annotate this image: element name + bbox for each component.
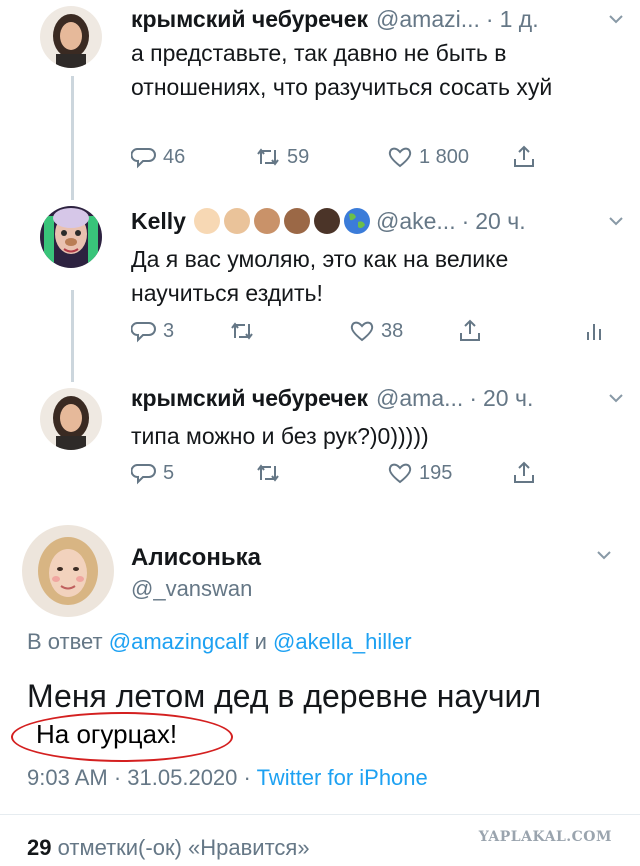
retweet-button[interactable]: 59 <box>255 144 309 170</box>
reply-icon <box>131 464 156 485</box>
thread-line <box>71 76 74 200</box>
reply-button[interactable]: 3 <box>131 318 174 344</box>
like-count: 38 <box>381 319 404 342</box>
separator-dot: · <box>485 5 494 32</box>
avatar[interactable] <box>40 206 102 268</box>
retweet-icon <box>257 464 279 482</box>
author-name[interactable]: Алисонька <box>131 544 261 572</box>
chevron-down-icon[interactable] <box>606 211 626 231</box>
thread-line <box>71 290 74 382</box>
share-button[interactable] <box>457 318 483 344</box>
tweet-header: Kelly @ake... · 20 ч. <box>131 204 626 238</box>
separator-dot: · <box>461 207 470 234</box>
chevron-down-icon[interactable] <box>606 9 626 29</box>
tweet-text: Да я вас умоляю, это как на велике научи… <box>131 246 509 306</box>
reply-count: 46 <box>163 145 186 168</box>
author-name[interactable]: Kelly <box>131 208 186 235</box>
reply-and: и <box>254 629 267 654</box>
like-icon <box>388 147 412 168</box>
author-name[interactable]: крымский чебуречек <box>131 6 368 33</box>
globe-emoji-icon <box>343 208 370 234</box>
like-icon <box>350 321 374 342</box>
fist-emoji-icon <box>253 208 280 234</box>
retweet-button[interactable] <box>255 460 281 486</box>
separator-dot: · <box>469 384 477 411</box>
chevron-down-icon[interactable] <box>594 545 614 565</box>
tweet-text: а представьте, так давно не быть в отнош… <box>131 40 553 100</box>
fist-emoji-icon <box>313 208 340 234</box>
tweet-text: типа можно и без рук?)0))))) <box>131 423 429 449</box>
tweet-time: 9:03 AM <box>27 765 108 790</box>
share-icon <box>514 145 534 167</box>
reply-button[interactable]: 5 <box>131 460 174 486</box>
reply-button[interactable]: 46 <box>131 144 185 170</box>
tweet-time[interactable]: 20 ч. <box>475 208 525 235</box>
tweet-time[interactable]: 1 д. <box>500 6 539 33</box>
author-handle[interactable]: @amazi... <box>376 6 480 33</box>
like-icon <box>388 463 412 484</box>
analytics-button[interactable] <box>583 318 609 344</box>
avatar[interactable] <box>40 6 102 68</box>
reply-count: 3 <box>163 319 175 342</box>
author-handle[interactable]: @_vanswan <box>131 576 252 602</box>
avatar[interactable] <box>22 525 114 617</box>
retweet-icon <box>231 322 253 340</box>
separator-dot: · <box>243 765 251 790</box>
share-icon <box>460 319 480 341</box>
reply-context: В ответ @amazingcalf и @akella_hiller <box>27 629 412 655</box>
tweet-actions: 46 59 1 800 <box>131 144 626 174</box>
author-handle[interactable]: @ama... <box>376 385 463 412</box>
author-handle[interactable]: @ake... <box>376 208 456 235</box>
tweet-actions: 3 38 <box>131 318 626 348</box>
like-button[interactable]: 195 <box>387 460 452 486</box>
retweet-count: 59 <box>287 145 310 168</box>
reply-prefix: В ответ <box>27 629 103 654</box>
tweet-actions: 5 195 <box>131 460 626 490</box>
fist-emoji-icon <box>223 208 250 234</box>
mention-link[interactable]: @akella_hiller <box>273 629 412 654</box>
overlay-caption: На огурцах! <box>36 719 178 749</box>
main-tweet-text: Меня летом дед в деревне научил <box>27 678 542 714</box>
likes-summary[interactable]: 29 отметки(-ок) «Нравится» <box>27 835 310 861</box>
divider <box>0 814 640 815</box>
likes-count: 29 <box>27 835 52 860</box>
mention-link[interactable]: @amazingcalf <box>109 629 249 654</box>
share-button[interactable] <box>511 144 537 170</box>
retweet-icon <box>257 148 279 166</box>
like-count: 195 <box>419 461 453 484</box>
separator-dot: · <box>113 765 122 790</box>
share-button[interactable] <box>511 460 537 486</box>
reply-icon <box>131 322 156 343</box>
share-icon <box>514 461 534 483</box>
like-button[interactable]: 38 <box>349 318 403 344</box>
tweet-header: крымский чебуречек @amazi... · 1 д. <box>131 2 626 36</box>
tweet-meta: 9:03 AM · 31.05.2020 · Twitter for iPhon… <box>27 765 428 791</box>
fist-emoji-icon <box>193 208 220 234</box>
watermark: YAPLAKAL.COM <box>478 829 612 845</box>
reply-count: 5 <box>163 461 175 484</box>
tweet-time[interactable]: 20 ч. <box>483 385 533 412</box>
tweet-header: крымский чебуречек @ama... · 20 ч. <box>131 381 626 415</box>
tweet-date: 31.05.2020 <box>127 765 238 790</box>
chevron-down-icon[interactable] <box>606 388 626 408</box>
avatar[interactable] <box>40 388 102 450</box>
likes-label: отметки(-ок) «Нравится» <box>57 835 310 860</box>
reply-icon <box>131 148 156 169</box>
analytics-icon <box>587 324 601 340</box>
like-count: 1 800 <box>419 145 470 168</box>
name-emojis <box>193 208 370 234</box>
tweet-source-link[interactable]: Twitter for iPhone <box>257 765 428 790</box>
retweet-button[interactable] <box>229 318 255 344</box>
like-button[interactable]: 1 800 <box>387 144 469 170</box>
fist-emoji-icon <box>283 208 310 234</box>
author-name[interactable]: крымский чебуречек <box>131 385 368 412</box>
